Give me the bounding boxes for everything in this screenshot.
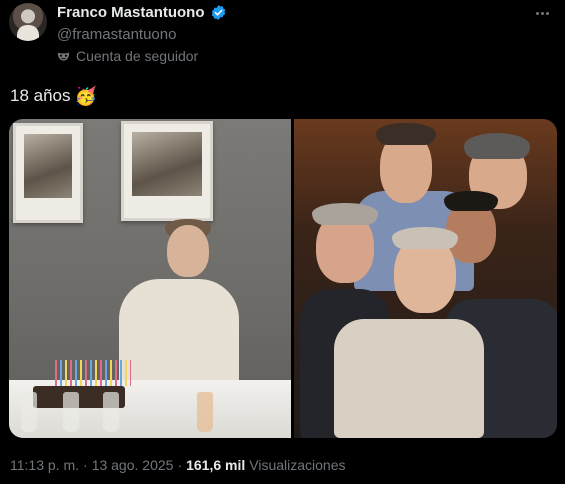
tweet-time[interactable]: 11:13 p. m. xyxy=(10,457,79,473)
follower-label: Cuenta de seguidor xyxy=(76,48,199,64)
tweet-media[interactable] xyxy=(9,119,557,438)
tweet-text-content: 18 años xyxy=(10,86,71,105)
verified-badge-icon xyxy=(211,5,225,20)
follower-account-label: Cuenta de seguidor xyxy=(57,48,198,64)
avatar[interactable] xyxy=(9,3,47,41)
views-label: Visualizaciones xyxy=(249,457,346,473)
meta-separator: · xyxy=(83,457,88,473)
party-face-emoji: 🥳 xyxy=(74,86,97,106)
mask-icon xyxy=(57,51,70,61)
author-handle[interactable]: @framastantuono xyxy=(57,26,176,43)
photo-birthday-cake[interactable] xyxy=(9,119,291,438)
author-name-row: Franco Mastantuono xyxy=(57,4,227,21)
author-display-name[interactable]: Franco Mastantuono xyxy=(57,4,205,21)
tweet-date[interactable]: 13 ago. 2025 xyxy=(92,457,174,473)
more-options-icon[interactable] xyxy=(531,2,553,24)
tweet-meta: 11:13 p. m. · 13 ago. 2025 · 161,6 mil V… xyxy=(10,457,346,473)
meta-separator: · xyxy=(177,457,183,473)
photo-group-selfie[interactable] xyxy=(294,119,557,438)
tweet-text: 18 años 🥳 xyxy=(10,86,97,106)
views-count: 161,6 mil xyxy=(186,457,246,473)
